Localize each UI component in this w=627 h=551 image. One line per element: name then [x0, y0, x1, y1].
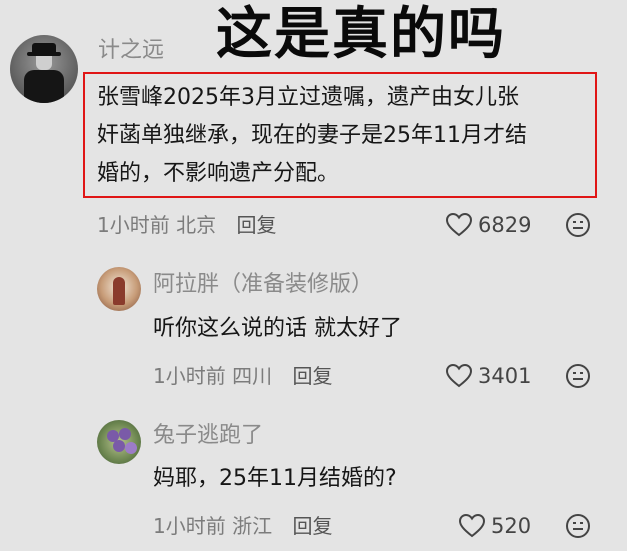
- reply-button[interactable]: 回复: [292, 364, 332, 388]
- like-count: 520: [491, 514, 532, 538]
- like-button[interactable]: 3401: [446, 363, 531, 389]
- dislike-face-icon[interactable]: [565, 212, 591, 238]
- reply-time: 1小时前: [153, 514, 226, 538]
- comment-username[interactable]: 计之远: [98, 37, 164, 65]
- dislike-face-icon[interactable]: [565, 513, 591, 539]
- reply-location: 浙江: [232, 514, 273, 538]
- reply-username[interactable]: 兔子逃跑了: [153, 422, 263, 450]
- comment-location: 北京: [176, 213, 217, 237]
- comment-meta: 1小时前 北京 回复: [97, 212, 276, 238]
- like-count: 6829: [478, 213, 532, 237]
- avatar[interactable]: [10, 35, 78, 103]
- comment-time: 1小时前: [97, 213, 170, 237]
- comment-text-line-3: 婚的，不影响遗产分配。: [97, 161, 340, 186]
- like-button[interactable]: 520: [459, 513, 531, 539]
- like-count: 3401: [478, 364, 532, 388]
- reply-text: 妈耶，25年11月结婚的?: [153, 466, 397, 491]
- overlay-title: 这是真的吗: [216, 2, 506, 67]
- reply-button[interactable]: 回复: [292, 514, 332, 538]
- reply-username[interactable]: 阿拉胖（准备装修版）: [153, 271, 373, 299]
- reply-location: 四川: [232, 364, 273, 388]
- reply-meta: 1小时前 浙江 回复: [153, 513, 332, 539]
- comment-text-line-1: 张雪峰2025年3月立过遗嘱，遗产由女儿张: [97, 85, 519, 110]
- reply-meta: 1小时前 四川 回复: [153, 363, 332, 389]
- reply-time: 1小时前: [153, 364, 226, 388]
- heart-icon: [459, 514, 485, 538]
- like-button[interactable]: 6829: [446, 212, 531, 238]
- avatar[interactable]: [97, 420, 141, 464]
- reply-button[interactable]: 回复: [236, 213, 276, 237]
- comment-text-line-2: 奸菡单独继承，现在的妻子是25年11月才结: [97, 123, 527, 148]
- heart-icon: [446, 213, 472, 237]
- heart-icon: [446, 364, 472, 388]
- dislike-face-icon[interactable]: [565, 363, 591, 389]
- avatar[interactable]: [97, 267, 141, 311]
- reply-text: 听你这么说的话 就太好了: [153, 316, 402, 341]
